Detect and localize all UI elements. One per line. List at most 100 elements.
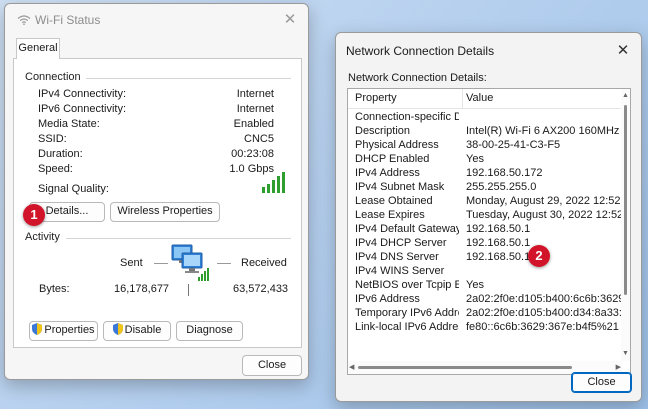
property-cell: DHCP Enabled (355, 153, 430, 165)
ipv4-connectivity-value: Internet (236, 88, 274, 100)
received-label: Received (241, 257, 287, 269)
value-cell: 38-00-25-41-C3-F5 (466, 139, 561, 151)
speed-label: Speed: (38, 163, 73, 175)
value-cell: Yes (466, 153, 484, 165)
divider (217, 263, 231, 264)
ipv4-connectivity-label: IPv4 Connectivity: (38, 88, 127, 100)
divider (86, 78, 291, 79)
properties-button-label: Properties (44, 324, 95, 336)
list-row[interactable]: IPv4 WINS Server (348, 265, 622, 279)
list-row[interactable]: Description Intel(R) Wi-Fi 6 AX200 160MHz (348, 125, 622, 139)
value-cell: 2a02:2f0e:d105:b400:6c6b:3629:367 (466, 293, 626, 305)
scrollbar-thumb[interactable] (358, 366, 572, 369)
activity-heading: Activity (25, 231, 60, 243)
signal-quality-label: Signal Quality: (38, 183, 109, 195)
details-subtitle: Network Connection Details: (348, 72, 487, 84)
network-computers-icon (171, 244, 209, 281)
value-cell: Tuesday, August 30, 2022 12:52:04 P (466, 209, 626, 221)
divider (462, 89, 463, 109)
connection-heading: Connection (25, 71, 81, 83)
scroll-down-icon[interactable]: ▼ (622, 350, 629, 358)
list-row[interactable]: NetBIOS over Tcpip En... Yes (348, 279, 622, 293)
scroll-up-icon[interactable]: ▲ (622, 92, 629, 100)
properties-button[interactable]: Properties (29, 321, 98, 341)
property-cell: IPv6 Address (355, 293, 420, 305)
close-icon[interactable]: ✕ (280, 10, 300, 30)
window-title: Wi-Fi Status (35, 13, 101, 27)
divider (188, 284, 189, 296)
bytes-sent-value: 16,178,677 (114, 283, 170, 295)
wifi-icon (17, 15, 31, 25)
list-row[interactable]: IPv6 Address 2a02:2f0e:d105:b400:6c6b:362… (348, 293, 626, 307)
column-header-value[interactable]: Value (466, 92, 493, 104)
scrollbar-thumb[interactable] (624, 105, 627, 295)
list-row[interactable]: IPv4 Address 192.168.50.172 (348, 167, 622, 181)
property-cell: IPv4 DNS Server (355, 251, 439, 263)
sent-label: Sent (120, 257, 143, 269)
property-cell: Description (355, 125, 411, 137)
callout-badge-1: 1 (23, 204, 45, 226)
duration-label: Duration: (38, 148, 83, 160)
list-header: Property Value (348, 89, 622, 109)
list-row[interactable]: Connection-specific DN... (348, 111, 622, 125)
list-row[interactable]: Lease Obtained Monday, August 29, 2022 12… (348, 195, 626, 209)
ipv6-connectivity-value: Internet (236, 103, 274, 115)
details-titlebar[interactable]: Network Connection Details ✕ (336, 33, 641, 65)
bytes-received-value: 63,572,433 (233, 283, 289, 295)
close-button[interactable]: Close (571, 372, 632, 393)
wireless-properties-button[interactable]: Wireless Properties (110, 202, 220, 222)
vertical-scrollbar[interactable]: ▲ ▼ (621, 89, 630, 361)
property-cell: Connection-specific DN... (355, 111, 459, 123)
value-cell: Intel(R) Wi-Fi 6 AX200 160MHz (466, 125, 620, 137)
value-cell: 192.168.50.172 (466, 167, 543, 179)
ipv6-connectivity-label: IPv6 Connectivity: (38, 103, 127, 115)
property-cell: Link-local IPv6 Address (355, 321, 459, 333)
network-connection-details-window: Network Connection Details ✕ Network Con… (335, 32, 642, 402)
diagnose-button[interactable]: Diagnose (176, 321, 243, 341)
value-cell: 192.168.50.1 (466, 223, 531, 235)
callout-badge-2: 2 (528, 245, 550, 267)
uac-shield-icon (112, 323, 123, 335)
divider (154, 263, 168, 264)
property-cell: NetBIOS over Tcpip En... (355, 279, 459, 291)
value-cell: fe80::6c6b:3629:367e:b4f5%21 (466, 321, 619, 333)
media-state-label: Media State: (38, 118, 100, 130)
tab-general[interactable]: General (16, 38, 60, 59)
scroll-right-icon[interactable]: ▶ (616, 364, 621, 372)
list-row[interactable]: Temporary IPv6 Address 2a02:2f0e:d105:b40… (348, 307, 626, 321)
divider (66, 238, 291, 239)
wifi-status-titlebar[interactable]: Wi-Fi Status ✕ (5, 4, 308, 36)
property-cell: IPv4 DHCP Server (355, 237, 447, 249)
signal-bars-icon (262, 172, 285, 193)
property-cell: Lease Obtained (355, 195, 433, 207)
list-row[interactable]: Link-local IPv6 Address fe80::6c6b:3629:3… (348, 321, 622, 335)
general-tab-panel: Connection IPv4 Connectivity: Internet I… (13, 58, 302, 348)
list-row-partial (348, 335, 622, 349)
list-row[interactable]: IPv4 Default Gateway 192.168.50.1 (348, 223, 622, 237)
details-list[interactable]: Property Value Connection-specific DN...… (347, 88, 631, 375)
window-title: Network Connection Details (346, 44, 495, 58)
value-cell: Monday, August 29, 2022 12:52:06 P (466, 195, 626, 207)
ssid-value: CNC5 (244, 133, 274, 145)
property-cell: IPv4 Address (355, 167, 420, 179)
list-row[interactable]: IPv4 DNS Server 192.168.50.1 (348, 251, 622, 265)
list-row[interactable]: Physical Address 38-00-25-41-C3-F5 (348, 139, 622, 153)
disable-button[interactable]: Disable (103, 321, 171, 341)
list-row[interactable]: DHCP Enabled Yes (348, 153, 622, 167)
column-header-property[interactable]: Property (355, 92, 397, 104)
value-cell: 2a02:2f0e:d105:b400:d34:8a33:1ba0 (466, 307, 626, 319)
wifi-status-window: Wi-Fi Status ✕ General Connection IPv4 C… (4, 3, 309, 380)
list-row[interactable]: IPv4 DHCP Server 192.168.50.1 (348, 237, 622, 251)
media-state-value: Enabled (233, 118, 274, 130)
list-row[interactable]: IPv4 Subnet Mask 255.255.255.0 (348, 181, 622, 195)
property-cell: IPv4 Default Gateway (355, 223, 459, 235)
scroll-left-icon[interactable]: ◀ (349, 364, 354, 372)
property-cell: IPv4 Subnet Mask (355, 181, 445, 193)
uac-shield-icon (32, 323, 43, 335)
list-row[interactable]: Lease Expires Tuesday, August 30, 2022 12… (348, 209, 626, 223)
close-icon[interactable]: ✕ (613, 41, 633, 61)
close-button[interactable]: Close (242, 355, 302, 376)
value-cell: 255.255.255.0 (466, 181, 537, 193)
disable-button-label: Disable (124, 324, 162, 336)
property-cell: Lease Expires (355, 209, 425, 221)
